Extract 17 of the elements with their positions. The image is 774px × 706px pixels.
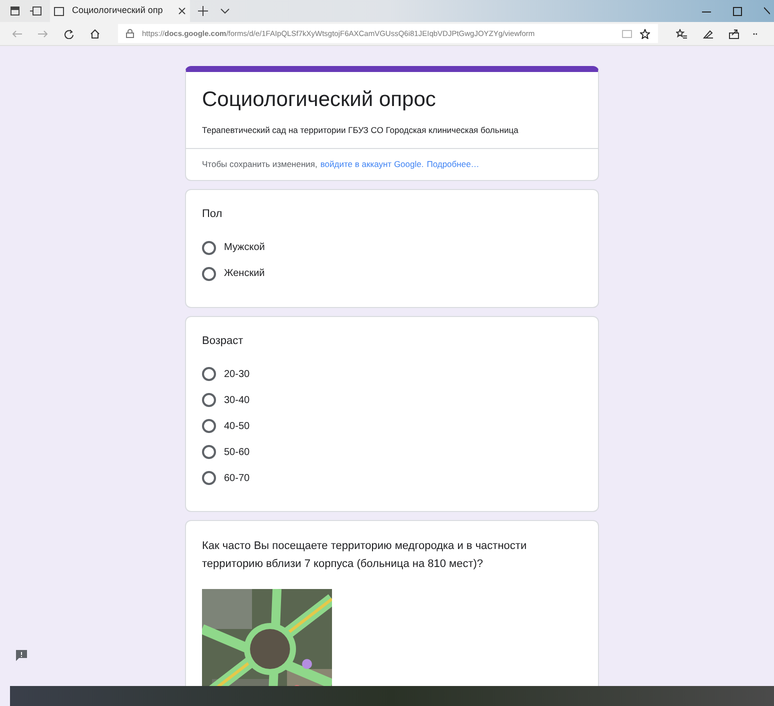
form-title: Социологический опрос <box>202 87 437 113</box>
form-description: Терапевтический сад на территории ГБУЗ СО Городская клиническая больница <box>202 124 520 136</box>
learn-more-link[interactable]: Подробнее… <box>426 158 480 171</box>
option-label: 50-60 <box>224 446 250 460</box>
tab-title: Социологический опр <box>72 4 163 18</box>
option-label: Мужской <box>224 241 265 255</box>
question-title: Пол <box>202 207 224 222</box>
question-title: Как часто Вы посещаете территорию медгородка и в частности территорию вблизи 7 корпуса (больница на 810 мест)? <box>202 539 528 572</box>
option-label: 30-40 <box>224 394 250 408</box>
sign-in-link[interactable]: войдите в аккаунт Google. <box>320 158 424 171</box>
option-label: 60-70 <box>224 472 250 486</box>
option-label: 40-50 <box>224 420 250 434</box>
browser-tab[interactable]: Социологический опр <box>50 0 190 22</box>
sign-in-notice: Чтобы сохранить изменения, <box>202 158 318 171</box>
option-label: Женский <box>224 267 265 281</box>
question-title: Возраст <box>202 334 244 348</box>
option-label: 20-30 <box>224 368 250 382</box>
